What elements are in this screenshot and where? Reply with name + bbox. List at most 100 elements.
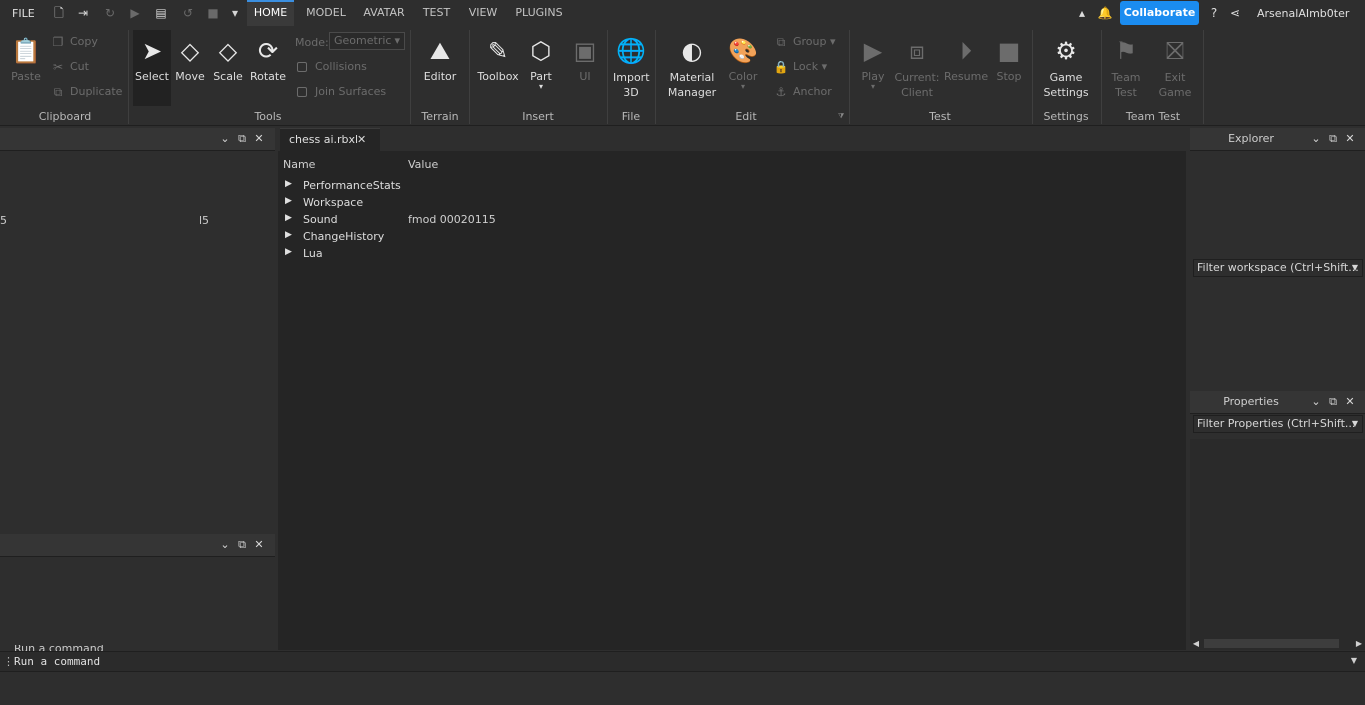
close-icon[interactable]: ✕ — [357, 133, 366, 146]
new-file-icon[interactable]: 🗋 — [52, 6, 66, 20]
undock-icon[interactable]: ⧉ — [1326, 395, 1340, 409]
part-button[interactable]: ⬡ Part ▾ — [525, 30, 557, 106]
exit-game-button[interactable]: ⛝ Exit Game — [1154, 30, 1196, 106]
tab-model[interactable]: MODEL — [301, 0, 351, 26]
command-input[interactable]: Run a command — [14, 655, 100, 668]
move-tool-button[interactable]: ◇ Move — [173, 30, 207, 106]
output-panel: ⌄ ⧉ ✕ — [0, 534, 275, 644]
cut-button[interactable]: ✂ Cut — [50, 58, 89, 76]
customize-icon[interactable]: ▾ — [228, 6, 242, 20]
redo-icon[interactable]: ↻ — [103, 6, 117, 20]
document-tab[interactable]: chess ai.rbxl ✕ — [280, 128, 380, 151]
select-tool-button[interactable]: ➤ Select — [133, 30, 171, 106]
mode-dropdown[interactable]: Geometric ▾ — [329, 32, 405, 50]
scroll-right-icon[interactable]: ▶ — [1353, 637, 1365, 650]
group-button[interactable]: ⧉ Group ▾ — [773, 33, 836, 51]
explorer-filter-input[interactable]: Filter workspace (Ctrl+Shift... ▼ — [1193, 259, 1363, 277]
caret-right-icon[interactable]: ▶ — [285, 196, 292, 206]
chevron-down-icon[interactable]: ⌄ — [218, 132, 232, 146]
chevron-down-icon[interactable]: ⌄ — [1309, 395, 1323, 409]
scale-tool-button[interactable]: ◇ Scale — [211, 30, 245, 106]
close-icon[interactable]: ✕ — [1343, 395, 1357, 409]
tree-row[interactable]: ▶ Sound fmod 00020115 — [278, 211, 1178, 228]
properties-filter-input[interactable]: Filter Properties (Ctrl+Shift... ▼ — [1193, 415, 1363, 433]
play-icon: ▶ — [863, 37, 883, 65]
anchor-label: Anchor — [793, 85, 832, 98]
tab-view[interactable]: VIEW — [464, 0, 502, 26]
undo-icon[interactable]: ↺ — [181, 6, 195, 20]
chevron-down-icon[interactable]: ⌄ — [1309, 132, 1323, 146]
username[interactable]: ArsenalAImb0ter — [1257, 7, 1349, 20]
tab-test[interactable]: TEST — [418, 0, 455, 26]
caret-right-icon[interactable]: ▶ — [285, 247, 292, 257]
scrollbar-thumb[interactable] — [1204, 639, 1339, 648]
game-settings-button[interactable]: ⚙ Game Settings — [1040, 30, 1092, 106]
resume-button[interactable]: ⏵ Resume — [944, 30, 988, 106]
collapse-ribbon-icon[interactable]: ▴ — [1074, 5, 1090, 21]
stop-icon[interactable]: ■ — [206, 6, 220, 20]
tree-row[interactable]: ▶ Workspace — [278, 194, 1178, 211]
material-manager-button[interactable]: ◐ Material Manager — [664, 30, 720, 106]
ui-button[interactable]: ▣ UI — [566, 30, 604, 106]
anchor-button[interactable]: ⚓ Anchor — [773, 83, 832, 101]
play-button[interactable]: ▶ Play ▾ — [854, 30, 892, 106]
chevron-down-icon: ▾ — [830, 35, 836, 48]
notification-bell-icon[interactable]: 🔔 — [1097, 5, 1113, 21]
color-button[interactable]: 🎨 Color ▾ — [724, 30, 762, 106]
chevron-down-icon[interactable]: ▼ — [1352, 260, 1358, 276]
select-label: Select — [135, 70, 169, 83]
scroll-left-icon[interactable]: ◀ — [1190, 637, 1202, 650]
file-menu[interactable]: FILE — [12, 7, 35, 20]
copy-button[interactable]: ❐ Copy — [50, 33, 98, 51]
current-client-button[interactable]: ⧈ Current: Client — [894, 30, 940, 106]
tree-row[interactable]: ▶ PerformanceStats — [278, 177, 1178, 194]
stop-button[interactable]: ■ Stop — [992, 30, 1026, 106]
horizontal-scrollbar[interactable]: ◀ ▶ — [1190, 637, 1365, 650]
scale-icon: ◇ — [218, 37, 238, 65]
mode-label: Mode: — [295, 36, 329, 49]
column-header-value: Value — [408, 158, 439, 171]
caret-right-icon[interactable]: ▶ — [285, 230, 292, 240]
tab-avatar[interactable]: AVATAR — [359, 0, 409, 26]
tab-plugins[interactable]: PLUGINS — [511, 0, 567, 26]
lock-button[interactable]: 🔒 Lock ▾ — [773, 58, 828, 76]
caret-right-icon[interactable]: ▶ — [285, 179, 292, 189]
publish-icon[interactable]: ⇥ — [76, 6, 90, 20]
tab-home[interactable]: HOME — [247, 0, 294, 26]
expand-edit-icon[interactable]: ⧩ — [838, 112, 844, 121]
rotate-tool-button[interactable]: ⟳ Rotate — [249, 30, 287, 106]
panel-header: ⌄ ⧉ ✕ — [0, 534, 275, 557]
caret-right-icon[interactable]: ▶ — [285, 213, 292, 223]
terrain-editor-button[interactable]: ⛰ Editor — [418, 30, 462, 106]
close-icon[interactable]: ✕ — [252, 132, 266, 146]
explorer-title: Explorer — [1228, 132, 1274, 145]
document-tab-label: chess ai.rbxl — [289, 133, 359, 146]
paste-button[interactable]: 📋 Paste — [6, 30, 46, 106]
help-icon[interactable]: ? — [1206, 5, 1222, 21]
undock-icon[interactable]: ⧉ — [235, 132, 249, 146]
copy-icon: ❐ — [52, 35, 64, 49]
collaborate-button[interactable]: Collaborate — [1120, 1, 1199, 25]
undock-icon[interactable]: ⧉ — [235, 538, 249, 552]
share-icon[interactable]: ⋖ — [1227, 5, 1243, 21]
separator — [607, 30, 608, 124]
team-test-button[interactable]: ⚑ Team Test — [1106, 30, 1146, 106]
chevron-down-icon[interactable]: ▼ — [1351, 656, 1357, 665]
tree-row[interactable]: ▶ Lua — [278, 245, 1178, 262]
layout-icon[interactable]: ▤ — [154, 6, 168, 20]
exit-game-icon: ⛝ — [1165, 37, 1185, 65]
play-icon[interactable]: ▶ — [128, 6, 142, 20]
toolbox-button[interactable]: ✎ Toolbox — [475, 30, 521, 106]
join-surfaces-checkbox[interactable]: Join Surfaces — [295, 83, 386, 101]
grip-icon[interactable]: ⋮ — [3, 655, 14, 668]
close-icon[interactable]: ✕ — [252, 538, 266, 552]
chevron-down-icon[interactable]: ▼ — [1352, 416, 1358, 432]
undock-icon[interactable]: ⧉ — [1326, 132, 1340, 146]
tree-row-name: Workspace — [303, 196, 364, 209]
duplicate-button[interactable]: ⧉ Duplicate — [50, 83, 123, 101]
chevron-down-icon[interactable]: ⌄ — [218, 538, 232, 552]
close-icon[interactable]: ✕ — [1343, 132, 1357, 146]
import-3d-button[interactable]: 🌐 Import 3D — [610, 30, 652, 106]
collisions-checkbox[interactable]: Collisions — [295, 58, 367, 76]
tree-row[interactable]: ▶ ChangeHistory — [278, 228, 1178, 245]
